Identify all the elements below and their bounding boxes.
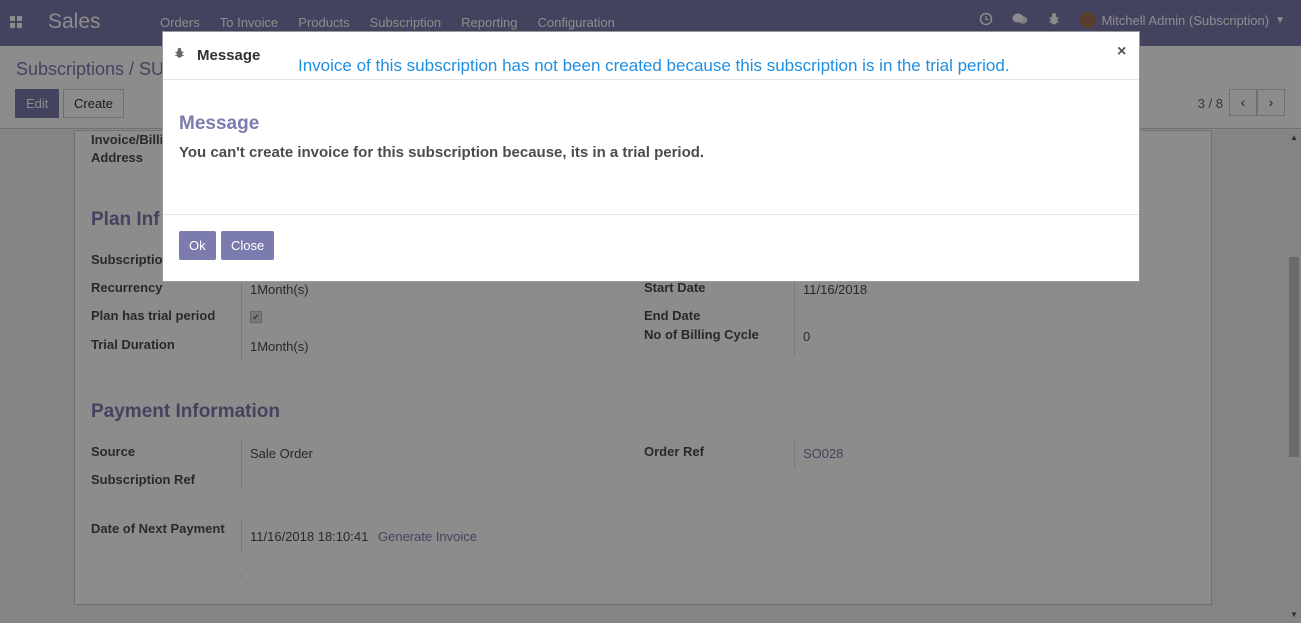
message-dialog: Message Invoice of this subscription has… bbox=[162, 31, 1140, 282]
trial-banner: Invoice of this subscription has not bee… bbox=[298, 56, 1010, 75]
ok-button[interactable]: Ok bbox=[179, 231, 216, 260]
dialog-title: Message bbox=[197, 47, 261, 64]
dialog-footer-divider bbox=[163, 214, 1139, 215]
dialog-body-text: You can't create invoice for this subscr… bbox=[179, 144, 705, 161]
dialog-header: Message Invoice of this subscription has… bbox=[163, 32, 1139, 80]
close-button[interactable]: Close bbox=[221, 231, 275, 260]
bug-icon bbox=[174, 47, 185, 62]
dialog-body-title: Message bbox=[179, 113, 260, 134]
close-icon[interactable]: × bbox=[1117, 43, 1126, 61]
